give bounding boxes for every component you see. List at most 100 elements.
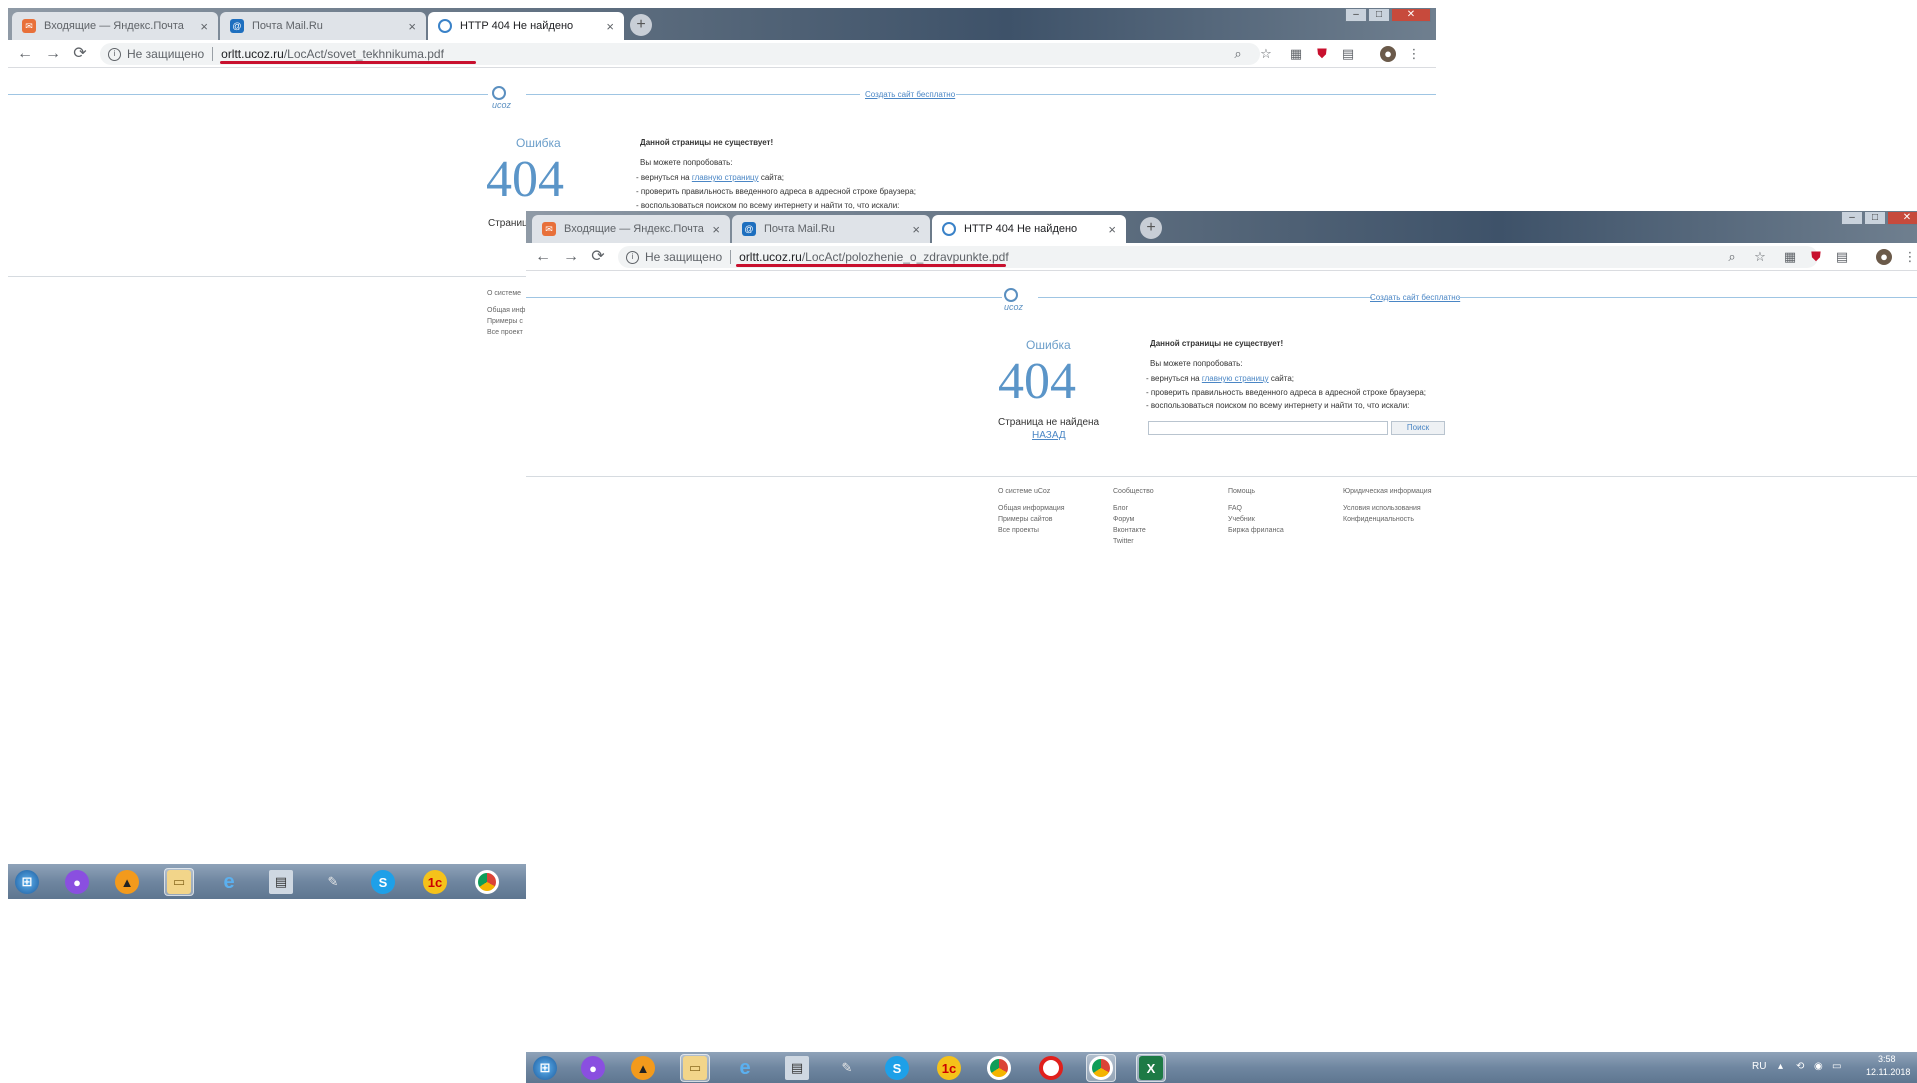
- info-icon[interactable]: i: [626, 250, 639, 264]
- not-found-text: Страница не найдена: [998, 417, 1100, 428]
- footer-link[interactable]: Конфиденциальность: [1343, 514, 1432, 525]
- footer-partial-item[interactable]: Все проект: [487, 327, 525, 338]
- extension-grid-icon[interactable]: ▦: [1782, 249, 1798, 265]
- home-page-link[interactable]: главную страницу: [692, 173, 759, 182]
- bookmark-star-icon[interactable]: ☆: [1258, 46, 1274, 62]
- footer-link[interactable]: Twitter: [1113, 536, 1154, 547]
- forward-arrow-icon[interactable]: →: [562, 248, 580, 266]
- footer-link[interactable]: Все проекты: [998, 525, 1065, 536]
- close-window-icon[interactable]: ✕: [1887, 211, 1917, 225]
- clock-time[interactable]: 3:58: [1878, 1054, 1896, 1064]
- taskbar-opera[interactable]: [1036, 1054, 1066, 1082]
- tab-mailru[interactable]: @ Почта Mail.Ru ×: [220, 12, 426, 40]
- tab-http-404[interactable]: HTTP 404 Не найдено ×: [428, 12, 624, 40]
- taskbar-chrome[interactable]: [472, 868, 502, 896]
- taskbar-aimp[interactable]: ▲: [628, 1054, 658, 1082]
- zoom-icon[interactable]: ⌕: [1724, 249, 1740, 265]
- footer-link[interactable]: Примеры сайтов: [998, 514, 1065, 525]
- taskbar-paint[interactable]: ✎: [318, 868, 348, 896]
- tray-sync-icon[interactable]: ⟲: [1796, 1061, 1804, 1072]
- start-button[interactable]: ⊞: [12, 868, 42, 896]
- not-secure-label: Не защищено: [645, 250, 723, 264]
- taskbar-ie[interactable]: e: [730, 1054, 760, 1082]
- tab-yandex-mail[interactable]: ✉ Входящие — Яндекс.Почта ×: [532, 215, 730, 243]
- zoom-icon[interactable]: ⌕: [1230, 46, 1246, 62]
- taskbar-paint[interactable]: ✎: [832, 1054, 862, 1082]
- taskbar-aimp[interactable]: ▲: [112, 868, 142, 896]
- extension-puzzle-icon[interactable]: ▤: [1340, 46, 1356, 62]
- start-button[interactable]: ⊞: [530, 1054, 560, 1082]
- taskbar-microphone[interactable]: ●: [62, 868, 92, 896]
- taskbar-explorer[interactable]: ▭: [164, 868, 194, 896]
- menu-kebab-icon[interactable]: ⋮: [1406, 46, 1422, 62]
- create-site-link[interactable]: Создать сайт бесплатно: [865, 90, 955, 99]
- footer-link[interactable]: Учебник: [1228, 514, 1284, 525]
- profile-avatar-icon[interactable]: ●: [1380, 46, 1396, 62]
- menu-kebab-icon[interactable]: ⋮: [1902, 249, 1917, 265]
- reload-icon[interactable]: ⟳: [71, 45, 89, 63]
- create-site-link[interactable]: Создать сайт бесплатно: [1370, 293, 1460, 302]
- search-button[interactable]: Поиск: [1391, 421, 1445, 435]
- close-window-icon[interactable]: ✕: [1391, 8, 1431, 22]
- taskbar-calculator[interactable]: ▤: [266, 868, 296, 896]
- footer-link[interactable]: Вконтакте: [1113, 525, 1154, 536]
- taskbar-1c[interactable]: 1c: [934, 1054, 964, 1082]
- back-arrow-icon[interactable]: ←: [534, 248, 552, 266]
- forward-arrow-icon[interactable]: →: [44, 45, 62, 63]
- taskbar-explorer[interactable]: ▭: [680, 1054, 710, 1082]
- maximize-icon[interactable]: □: [1368, 8, 1390, 22]
- close-tab-icon[interactable]: ×: [712, 222, 720, 237]
- home-page-link[interactable]: главную страницу: [1202, 374, 1269, 383]
- extension-shield-icon[interactable]: ⛊: [1808, 249, 1824, 265]
- taskbar-microphone[interactable]: ●: [578, 1054, 608, 1082]
- footer-link[interactable]: Общая информация: [998, 503, 1065, 514]
- language-indicator[interactable]: RU: [1752, 1061, 1766, 1072]
- new-tab-button[interactable]: +: [1140, 217, 1162, 239]
- footer-link[interactable]: Блог: [1113, 503, 1154, 514]
- tab-yandex-mail[interactable]: ✉ Входящие — Яндекс.Почта ×: [12, 12, 218, 40]
- footer-partial-item[interactable]: Примеры с: [487, 316, 525, 327]
- close-tab-icon[interactable]: ×: [200, 19, 208, 34]
- taskbar-calculator[interactable]: ▤: [782, 1054, 812, 1082]
- reload-icon[interactable]: ⟳: [589, 248, 607, 266]
- tray-app-icon[interactable]: ◉: [1814, 1061, 1823, 1072]
- red-underline-annotation: [220, 61, 476, 64]
- minimize-icon[interactable]: –: [1841, 211, 1863, 225]
- clock-date[interactable]: 12.11.2018: [1866, 1067, 1910, 1077]
- footer-link[interactable]: Форум: [1113, 514, 1154, 525]
- new-tab-button[interactable]: +: [630, 14, 652, 36]
- taskbar-excel[interactable]: X: [1136, 1054, 1166, 1082]
- footer-partial-item[interactable]: Общая инф: [487, 305, 525, 316]
- profile-avatar-icon[interactable]: ●: [1876, 249, 1892, 265]
- info-icon[interactable]: i: [108, 47, 121, 61]
- taskbar-chrome[interactable]: [984, 1054, 1014, 1082]
- mail-favicon-icon: ✉: [542, 222, 556, 236]
- ucoz-logo[interactable]: ucoz: [492, 86, 518, 110]
- tab-http-404[interactable]: HTTP 404 Не найдено ×: [932, 215, 1126, 243]
- back-arrow-icon[interactable]: ←: [16, 45, 34, 63]
- footer-link[interactable]: Биржа фриланса: [1228, 525, 1284, 536]
- search-input[interactable]: [1148, 421, 1388, 435]
- close-tab-icon[interactable]: ×: [912, 222, 920, 237]
- bookmark-star-icon[interactable]: ☆: [1752, 249, 1768, 265]
- tray-expand-icon[interactable]: ▴: [1778, 1061, 1783, 1072]
- ucoz-logo[interactable]: ucoz: [1004, 288, 1030, 312]
- tray-network-icon[interactable]: ▭: [1832, 1061, 1841, 1072]
- back-link[interactable]: НАЗАД: [1032, 430, 1066, 441]
- extension-puzzle-icon[interactable]: ▤: [1834, 249, 1850, 265]
- extension-shield-icon[interactable]: ⛊: [1314, 46, 1330, 62]
- tab-mailru[interactable]: @ Почта Mail.Ru ×: [732, 215, 930, 243]
- taskbar-chrome-active[interactable]: [1086, 1054, 1116, 1082]
- taskbar-skype[interactable]: S: [882, 1054, 912, 1082]
- extension-grid-icon[interactable]: ▦: [1288, 46, 1304, 62]
- taskbar-skype[interactable]: S: [368, 868, 398, 896]
- taskbar-1c[interactable]: 1c: [420, 868, 450, 896]
- maximize-icon[interactable]: □: [1864, 211, 1886, 225]
- taskbar-ie[interactable]: e: [214, 868, 244, 896]
- footer-link[interactable]: FAQ: [1228, 503, 1284, 514]
- footer-link[interactable]: Условия использования: [1343, 503, 1432, 514]
- close-tab-icon[interactable]: ×: [1108, 222, 1116, 237]
- minimize-icon[interactable]: –: [1345, 8, 1367, 22]
- close-tab-icon[interactable]: ×: [408, 19, 416, 34]
- close-tab-icon[interactable]: ×: [606, 19, 614, 34]
